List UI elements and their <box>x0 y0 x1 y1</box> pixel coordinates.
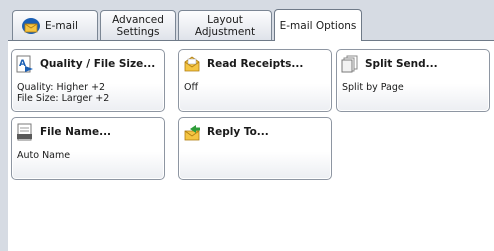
read-receipts-value: Off <box>184 82 199 93</box>
quality-filesize-title: Quality / File Size... <box>40 58 156 70</box>
tab-email-options[interactable]: E-mail Options <box>274 9 362 41</box>
file-name-button[interactable]: File Name... Auto Name <box>11 117 165 180</box>
tab-email-options-label: E-mail Options <box>279 19 357 32</box>
split-send-value: Split by Page <box>342 82 404 93</box>
quality-filesize-button[interactable]: A Quality / File Size... Quality: Higher… <box>11 49 165 112</box>
tab-email[interactable]: E-mail <box>12 10 98 40</box>
svg-text:A: A <box>19 59 26 69</box>
tab-bar: E-mail Advanced Settings Layout Adjustme… <box>0 0 494 42</box>
split-send-icon <box>341 55 358 73</box>
read-receipts-button[interactable]: Read Receipts... Off <box>178 49 332 112</box>
tab-advanced-settings[interactable]: Advanced Settings <box>100 10 176 40</box>
reply-to-title: Reply To... <box>207 126 269 138</box>
tab-layout-adjustment[interactable]: Layout Adjustment <box>178 10 272 40</box>
quality-filesize-icon: A <box>16 55 33 73</box>
split-send-button[interactable]: Split Send... Split by Page <box>336 49 490 112</box>
read-receipts-title: Read Receipts... <box>207 58 304 70</box>
reply-to-button[interactable]: Reply To... <box>178 117 332 180</box>
split-send-title: Split Send... <box>365 58 438 70</box>
file-name-icon <box>17 123 32 141</box>
reply-to-icon <box>184 125 200 141</box>
email-icon <box>22 17 40 34</box>
tab-layout-adjustment-label: Layout Adjustment <box>194 13 256 38</box>
tab-email-label: E-mail <box>45 19 78 32</box>
tab-advanced-settings-label: Advanced Settings <box>112 13 164 38</box>
quality-filesize-value: Quality: Higher +2 File Size: Larger +2 <box>17 82 110 104</box>
file-name-title: File Name... <box>40 126 112 138</box>
read-receipts-icon <box>184 56 200 72</box>
file-name-value: Auto Name <box>17 150 71 161</box>
